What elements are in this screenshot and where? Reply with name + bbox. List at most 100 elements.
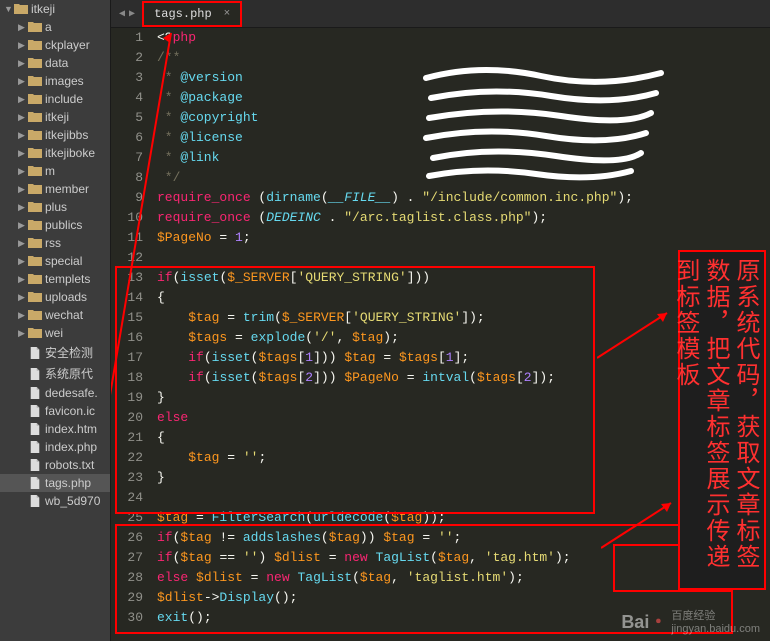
folder-item-wei[interactable]: ▶wei <box>0 324 110 342</box>
code-line[interactable]: * @license <box>157 128 770 148</box>
line-number: 12 <box>115 248 143 268</box>
code-line[interactable]: * @link <box>157 148 770 168</box>
line-number: 21 <box>115 428 143 448</box>
tree-item-label: index.php <box>45 440 97 454</box>
chevron-right-icon: ▶ <box>18 130 28 141</box>
line-number: 6 <box>115 128 143 148</box>
file-item-系统原代[interactable]: 系统原代 <box>0 363 110 384</box>
file-icon <box>28 441 42 453</box>
line-number: 2 <box>115 48 143 68</box>
watermark: Bai・ 百度经验 jingyan.baidu.com <box>621 607 760 635</box>
folder-icon <box>28 75 42 87</box>
file-item-index.php[interactable]: index.php <box>0 438 110 456</box>
tree-root[interactable]: ▼ itkeji <box>0 0 110 18</box>
tree-item-label: 系统原代 <box>45 365 93 382</box>
line-number: 30 <box>115 608 143 628</box>
line-number: 4 <box>115 88 143 108</box>
tree-item-label: data <box>45 56 68 70</box>
chevron-right-icon: ▶ <box>18 202 28 213</box>
tree-item-label: favicon.ic <box>45 404 95 418</box>
folder-item-publics[interactable]: ▶publics <box>0 216 110 234</box>
tab-prev-icon[interactable]: ◀ <box>119 8 125 20</box>
line-number: 18 <box>115 368 143 388</box>
tab-bar: ◀ ▶ tags.php × <box>111 0 770 28</box>
code-line[interactable]: * @copyright <box>157 108 770 128</box>
folder-item-member[interactable]: ▶member <box>0 180 110 198</box>
line-number: 27 <box>115 548 143 568</box>
line-number: 3 <box>115 68 143 88</box>
tree-item-label: wechat <box>45 308 83 322</box>
folder-item-itkejiboke[interactable]: ▶itkejiboke <box>0 144 110 162</box>
file-item-dedesafe.[interactable]: dedesafe. <box>0 384 110 402</box>
file-item-index.htm[interactable]: index.htm <box>0 420 110 438</box>
file-icon <box>28 495 42 507</box>
folder-icon <box>28 291 42 303</box>
folder-item-templets[interactable]: ▶templets <box>0 270 110 288</box>
folder-item-itkejibbs[interactable]: ▶ itkejibbs <box>0 126 110 144</box>
folder-icon <box>28 93 42 105</box>
tree-item-label: tags.php <box>45 476 91 490</box>
folder-item-data[interactable]: ▶data <box>0 54 110 72</box>
folder-item-images[interactable]: ▶ images <box>0 72 110 90</box>
line-number: 22 <box>115 448 143 468</box>
folder-icon <box>28 237 42 249</box>
chevron-right-icon: ▶ <box>18 76 28 87</box>
code-line[interactable]: <?php <box>157 28 770 48</box>
tab-next-icon[interactable]: ▶ <box>129 8 135 20</box>
folder-icon <box>28 219 42 231</box>
code-line[interactable]: $PageNo = 1; <box>157 228 770 248</box>
tree-item-label: m <box>45 164 55 178</box>
file-item-favicon.ic[interactable]: favicon.ic <box>0 402 110 420</box>
code-line[interactable]: $dlist->Display(); <box>157 588 770 608</box>
code-line[interactable]: require_once (dirname(__FILE__) . "/incl… <box>157 188 770 208</box>
folder-item-special[interactable]: ▶special <box>0 252 110 270</box>
chevron-right-icon: ▶ <box>18 292 28 303</box>
chevron-right-icon: ▶ <box>18 220 28 231</box>
file-item-wb_5d970[interactable]: wb_5d970 <box>0 492 110 510</box>
folder-item-plus[interactable]: ▶ plus <box>0 198 110 216</box>
tree-item-label: images <box>45 74 84 88</box>
annotation-sidebox: 原系统代码，获取文章标签数据，把文章标签展示传递到标签模板 <box>678 250 766 590</box>
tree-item-label: ckplayer <box>45 38 90 52</box>
watermark-logo: Bai・ <box>621 608 667 634</box>
line-number: 11 <box>115 228 143 248</box>
tree-item-label: robots.txt <box>45 458 94 472</box>
code-line[interactable]: * @version <box>157 68 770 88</box>
folder-item-wechat[interactable]: ▶wechat <box>0 306 110 324</box>
code-line[interactable]: /** <box>157 48 770 68</box>
file-item-安全检测[interactable]: 安全检测 <box>0 342 110 363</box>
folder-item-a[interactable]: ▶a <box>0 18 110 36</box>
folder-icon <box>28 57 42 69</box>
close-icon[interactable]: × <box>224 8 231 20</box>
folder-item-itkeji[interactable]: ▶itkeji <box>0 108 110 126</box>
chevron-right-icon: ▶ <box>18 256 28 267</box>
folder-icon <box>28 111 42 123</box>
tree-item-label: itkejibbs <box>45 128 88 142</box>
file-icon <box>28 368 42 380</box>
folder-item-include[interactable]: ▶include <box>0 90 110 108</box>
file-item-robots.txt[interactable]: robots.txt <box>0 456 110 474</box>
chevron-down-icon: ▼ <box>4 4 14 14</box>
folder-item-m[interactable]: ▶m <box>0 162 110 180</box>
file-icon <box>28 405 42 417</box>
folder-icon <box>28 147 42 159</box>
code-line[interactable]: require_once (DEDEINC . "/arc.taglist.cl… <box>157 208 770 228</box>
code-line[interactable]: * @package <box>157 88 770 108</box>
file-tree-sidebar[interactable]: ▼ itkeji ▶a▶ckplayer▶data▶images▶include… <box>0 0 111 641</box>
chevron-right-icon: ▶ <box>18 22 28 33</box>
tree-item-label: plus <box>45 200 67 214</box>
file-item-tags.php[interactable]: tags.php <box>0 474 110 492</box>
folder-icon <box>28 183 42 195</box>
folder-item-uploads[interactable]: ▶uploads <box>0 288 110 306</box>
file-icon <box>28 347 42 359</box>
line-number: 16 <box>115 328 143 348</box>
tree-root-label: itkeji <box>31 2 55 16</box>
line-number: 24 <box>115 488 143 508</box>
folder-item-ckplayer[interactable]: ▶ckplayer <box>0 36 110 54</box>
tab-tags-php[interactable]: tags.php × <box>143 2 241 25</box>
line-number: 20 <box>115 408 143 428</box>
tree-item-label: dedesafe. <box>45 386 98 400</box>
folder-icon <box>28 273 42 285</box>
folder-item-rss[interactable]: ▶rss <box>0 234 110 252</box>
code-line[interactable]: */ <box>157 168 770 188</box>
